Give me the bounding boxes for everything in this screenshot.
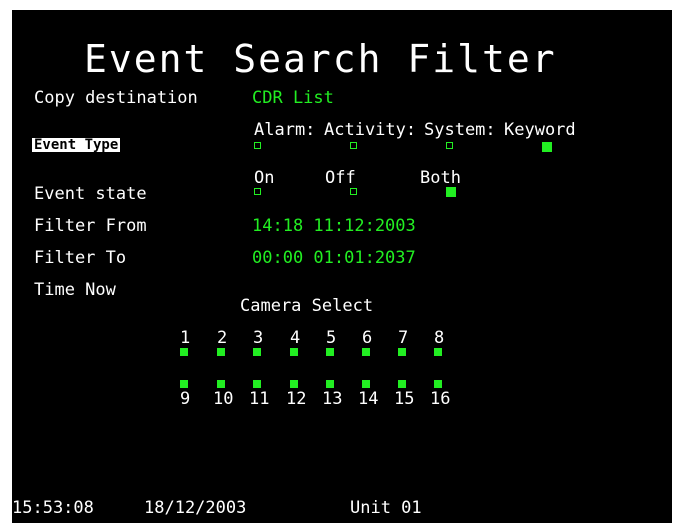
camera-13-toggle[interactable] [326,380,334,388]
camera-12-toggle[interactable] [290,380,298,388]
camera-label: 6 [362,328,373,348]
camera-10-toggle[interactable] [217,380,225,388]
camera-8-toggle[interactable] [434,348,442,356]
event-type-alarm-checkbox[interactable] [254,142,261,149]
event-state-off-checkbox[interactable] [350,188,357,195]
camera-1-toggle[interactable] [180,348,188,356]
event-type-option-system: System: [424,120,496,140]
camera-label: 15 [394,389,415,409]
camera-label: 3 [253,328,264,348]
event-state-option-off: Off [325,168,356,188]
camera-15-toggle[interactable] [398,380,406,388]
status-time: 15:53:08 [12,498,94,518]
event-type-activity-checkbox[interactable] [350,142,357,149]
page-title: Event Search Filter [84,37,557,81]
camera-label: 14 [358,389,379,409]
camera-label: 11 [249,389,270,409]
camera-label: 1 [180,328,191,348]
time-now-label: Time Now [34,280,116,300]
camera-label: 16 [430,389,451,409]
event-type-option-keyword: Keyword [504,120,576,140]
filter-from-value[interactable]: 14:18 11:12:2003 [252,218,416,235]
camera-label: 2 [217,328,228,348]
camera-label: 10 [213,389,234,409]
camera-6-toggle[interactable] [362,348,370,356]
camera-2-toggle[interactable] [217,348,225,356]
event-type-label[interactable]: Event Type [32,138,121,152]
camera-label: 7 [398,328,409,348]
filter-from-label: Filter From [34,216,147,236]
camera-3-toggle[interactable] [253,348,261,356]
event-type-system-checkbox[interactable] [446,142,453,149]
event-type-option-alarm: Alarm: [254,120,316,140]
camera-label: 13 [322,389,343,409]
camera-7-toggle[interactable] [398,348,406,356]
event-state-option-both: Both [420,168,461,188]
event-state-both-checkbox[interactable] [446,187,456,197]
dvr-screen: Event Search Filter Copy destination CDR… [12,10,672,523]
event-state-label: Event state [34,184,147,204]
filter-to-label: Filter To [34,248,127,268]
camera-label: 5 [326,328,337,348]
camera-label: 9 [180,389,191,409]
camera-11-toggle[interactable] [253,380,261,388]
event-type-option-activity: Activity: [324,120,417,140]
event-state-on-checkbox[interactable] [254,188,261,195]
camera-9-toggle[interactable] [180,380,188,388]
camera-4-toggle[interactable] [290,348,298,356]
status-date: 18/12/2003 [144,498,247,518]
copy-destination-value[interactable]: CDR List [252,90,334,107]
status-unit: Unit 01 [350,498,422,518]
camera-label: 8 [434,328,445,348]
event-state-option-on: On [254,168,275,188]
camera-select-title: Camera Select [240,296,374,316]
copy-destination-label: Copy destination [34,88,198,108]
filter-to-value[interactable]: 00:00 01:01:2037 [252,250,416,267]
camera-label: 12 [286,389,307,409]
event-type-keyword-checkbox[interactable] [542,142,552,152]
camera-label: 4 [290,328,301,348]
camera-16-toggle[interactable] [434,380,442,388]
camera-14-toggle[interactable] [362,380,370,388]
camera-5-toggle[interactable] [326,348,334,356]
